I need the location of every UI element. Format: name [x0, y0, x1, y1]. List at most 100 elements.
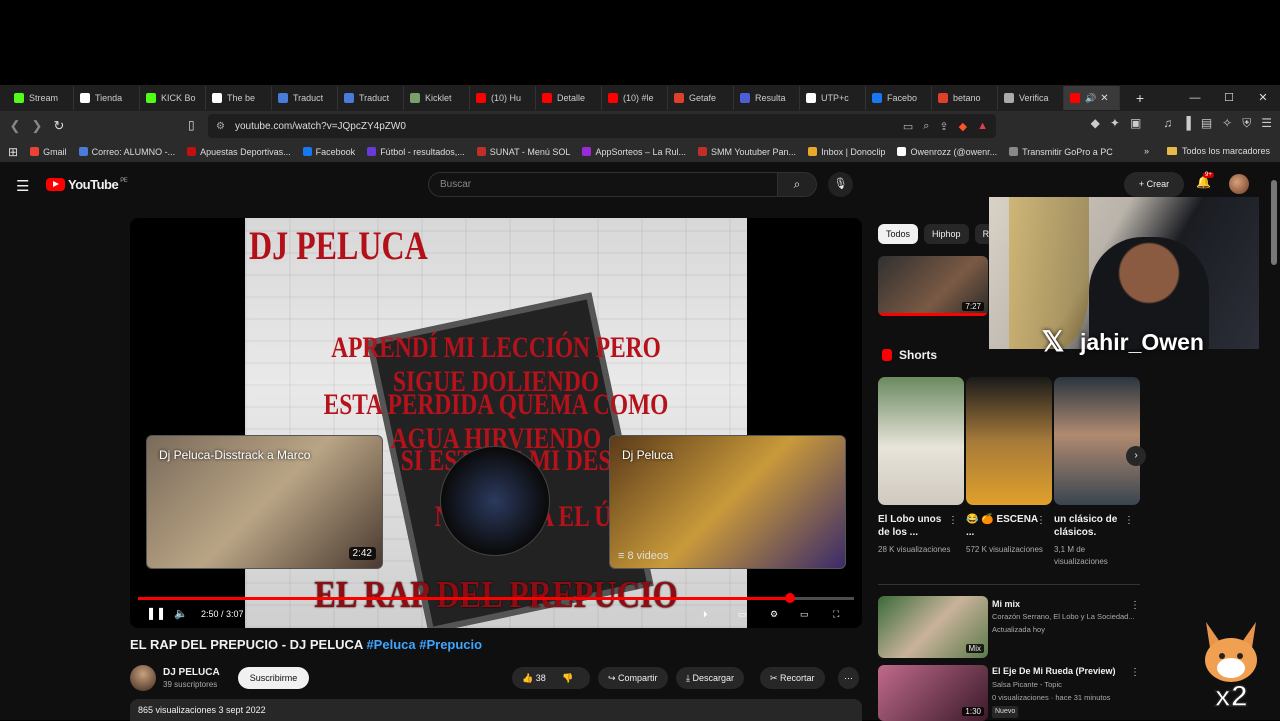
related-video-thumbnail[interactable]: 1:30: [878, 665, 988, 721]
browser-tab[interactable]: Getafe: [668, 86, 734, 110]
bookmark-item[interactable]: Facebook: [302, 147, 355, 157]
voice-search-button[interactable]: 🎙: [828, 172, 853, 197]
site-info-icon[interactable]: ⚙: [216, 121, 225, 132]
browser-tab[interactable]: Tienda: [74, 86, 140, 110]
browser-tab[interactable]: KICK Bo: [140, 86, 206, 110]
short-1-more-icon[interactable]: ⋮: [948, 515, 958, 526]
music-icon[interactable]: ♫: [1163, 116, 1172, 131]
more-actions-button[interactable]: ⋯: [838, 667, 859, 689]
short-thumbnail-2[interactable]: [966, 377, 1052, 505]
browser-tab[interactable]: betano: [932, 86, 998, 110]
new-tab-button[interactable]: +: [1130, 90, 1150, 106]
bookmark-item[interactable]: Inbox | Donoclip: [808, 147, 885, 157]
clip-button[interactable]: ✂ Recortar: [760, 667, 825, 689]
brave-shield-icon[interactable]: ◆: [959, 120, 967, 133]
brave-rewards-icon[interactable]: ▲: [977, 120, 988, 132]
more-bookmarks-icon[interactable]: »: [1144, 146, 1149, 156]
fullscreen-icon[interactable]: ⛶: [833, 609, 839, 620]
bookmark-item[interactable]: Fútbol - resultados,...: [367, 147, 465, 157]
page-scrollbar[interactable]: [1271, 180, 1277, 265]
all-bookmarks[interactable]: » Todos los marcadores: [1144, 146, 1270, 156]
browser-tab[interactable]: UTP+c: [800, 86, 866, 110]
mix-title[interactable]: Mi mix: [992, 599, 1020, 609]
bookmark-item[interactable]: Owenrozz (@owenr...: [897, 147, 997, 157]
browser-tab[interactable]: Stream: [8, 86, 74, 110]
reload-button[interactable]: ↻: [48, 118, 70, 134]
progress-scrubber[interactable]: [784, 593, 795, 603]
browser-tab[interactable]: (10) Hu: [470, 86, 536, 110]
mix-more-icon[interactable]: ⋮: [1130, 600, 1140, 611]
channel-avatar[interactable]: [130, 665, 156, 691]
extensions-puzzle-icon[interactable]: ✦: [1110, 116, 1120, 131]
browser-tab[interactable]: (10) #le: [602, 86, 668, 110]
autoplay-toggle[interactable]: ⏵: [703, 609, 708, 620]
share-icon[interactable]: ⇪: [939, 120, 948, 133]
youtube-logo[interactable]: YouTube PE: [46, 177, 128, 192]
short-thumbnail-3[interactable]: [1054, 377, 1140, 505]
close-window-button[interactable]: ✕: [1246, 85, 1280, 111]
hashtag-peluca[interactable]: #Peluca: [366, 637, 415, 652]
channel-name[interactable]: DJ PELUCA: [163, 667, 220, 678]
settings-gear-icon[interactable]: ⚙: [770, 609, 778, 620]
bookmark-item[interactable]: Apuestas Deportivas...: [187, 147, 291, 157]
like-button[interactable]: 👍 38: [522, 673, 546, 683]
short-thumbnail-1[interactable]: [878, 377, 964, 505]
video-player[interactable]: DJ PELUCA APRENDÍ MI LECCIÓN PERO SIGUE …: [130, 218, 862, 628]
share-button[interactable]: ↪ Compartir: [598, 667, 668, 689]
short-3-more-icon[interactable]: ⋮: [1124, 515, 1134, 526]
bookmark-item[interactable]: Transmitir GoPro a PC: [1009, 147, 1113, 157]
browser-tab[interactable]: Traduct: [338, 86, 404, 110]
chip-todos[interactable]: Todos: [878, 224, 919, 244]
mix-thumbnail[interactable]: Mix: [878, 596, 988, 658]
suggested-video-thumbnail[interactable]: 7:27: [878, 256, 988, 316]
pause-icon[interactable]: ❚❚: [146, 606, 166, 620]
menu-icon[interactable]: ☰: [1261, 116, 1272, 131]
search-button[interactable]: ⌕: [777, 172, 817, 197]
related-more-icon[interactable]: ⋮: [1130, 667, 1140, 678]
bookmark-item[interactable]: Gmail: [30, 147, 67, 157]
download-button[interactable]: ⤓ Descargar: [676, 667, 744, 689]
progress-bar[interactable]: [138, 593, 854, 603]
zoom-icon[interactable]: ⌕: [923, 120, 929, 133]
browser-tab[interactable]: The be: [206, 86, 272, 110]
sidebar-icon[interactable]: ▐: [1182, 116, 1191, 131]
close-tab-icon[interactable]: ✕: [1100, 93, 1108, 104]
browser-tab[interactable]: Verifica: [998, 86, 1064, 110]
extension-box-icon[interactable]: ▣: [1130, 116, 1141, 131]
bookmark-item[interactable]: SMM Youtuber Pan...: [698, 147, 796, 157]
create-button[interactable]: + Crear: [1124, 172, 1184, 197]
browser-tab[interactable]: Kicklet: [404, 86, 470, 110]
cast-icon[interactable]: ▭: [903, 120, 913, 133]
volume-icon[interactable]: 🔈: [174, 607, 188, 620]
related-video-title[interactable]: El Eje De Mi Rueda (Preview): [992, 666, 1116, 676]
endcard-channel-avatar[interactable]: [440, 446, 550, 556]
apps-grid-icon[interactable]: ⊞: [8, 145, 18, 159]
extension-diamond-icon[interactable]: ◆: [1091, 116, 1100, 131]
short-title-3[interactable]: un clásico de clásicos.: [1054, 513, 1128, 539]
subtitles-icon[interactable]: ▭: [738, 609, 747, 620]
short-title-2[interactable]: 😂 🍊 ESCENA ...: [966, 513, 1040, 539]
browser-tab[interactable]: Detalle: [536, 86, 602, 110]
minimize-button[interactable]: —: [1178, 85, 1212, 111]
browser-tab[interactable]: Traduct: [272, 86, 338, 110]
chip-hiphop[interactable]: Hiphop: [924, 224, 969, 244]
browser-tab[interactable]: Resulta: [734, 86, 800, 110]
short-title-1[interactable]: El Lobo unos de los ...: [878, 513, 952, 539]
endcard-playlist[interactable]: Dj Peluca ≡ 8 videos: [609, 435, 846, 569]
bookmark-star-icon[interactable]: ▯: [188, 118, 195, 132]
vpn-shield-icon[interactable]: ⛨: [1242, 116, 1251, 131]
subscribe-button[interactable]: Suscribirme: [238, 667, 309, 689]
browser-tab-active[interactable]: 🔊 ✕: [1064, 86, 1120, 110]
browser-tab[interactable]: Facebo: [866, 86, 932, 110]
bookmark-item[interactable]: SUNAT - Menú SOL: [476, 147, 570, 157]
shorts-next-button[interactable]: ›: [1126, 446, 1146, 466]
endcard-video[interactable]: Dj Peluca-Disstrack a Marco 2:42: [146, 435, 383, 569]
short-2-more-icon[interactable]: ⋮: [1036, 515, 1046, 526]
bookmark-item[interactable]: AppSorteos – La Rul...: [582, 147, 686, 157]
hashtag-prepucio[interactable]: #Prepucio: [419, 637, 482, 652]
address-bar[interactable]: ⚙ youtube.com/watch?v=JQpcZY4pZW0 ▭ ⌕ ⇪ …: [208, 114, 996, 138]
dislike-button[interactable]: 👎: [562, 673, 573, 683]
bookmark-item[interactable]: Correo: ALUMNO -...: [78, 147, 175, 157]
description-box[interactable]: 865 visualizaciones 3 sept 2022: [130, 699, 862, 721]
guide-menu-icon[interactable]: ☰: [16, 177, 29, 195]
